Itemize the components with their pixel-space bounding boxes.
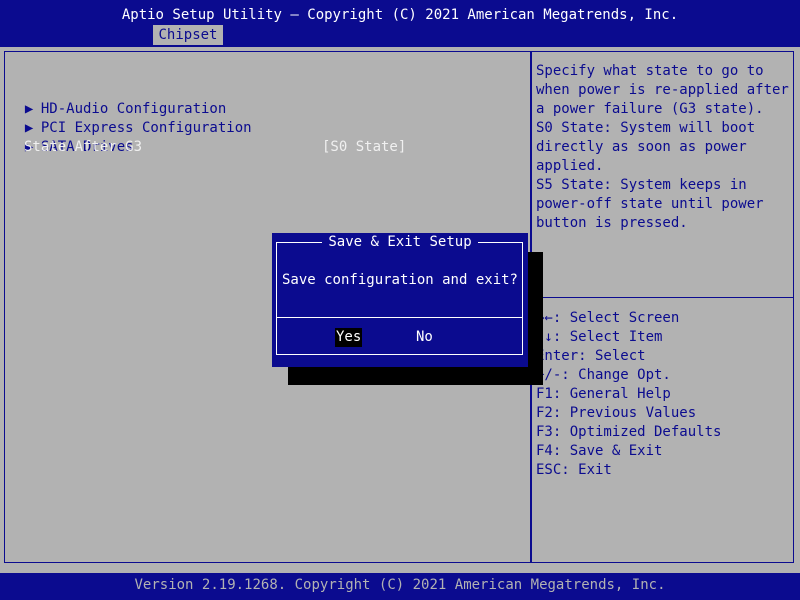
tab-chipset[interactable]: Chipset xyxy=(153,25,223,45)
app-title: Aptio Setup Utility – Copyright (C) 2021… xyxy=(121,7,679,23)
yes-button[interactable]: Yes xyxy=(335,328,363,347)
dialog-title: Save & Exit Setup xyxy=(272,233,528,252)
hint-optimized-defaults: F3: Optimized Defaults xyxy=(536,424,722,440)
menu-item-pci-express[interactable]: ▶ PCI Express Configuration xyxy=(8,100,252,136)
hint-general-help: F1: General Help xyxy=(536,386,671,402)
help-divider xyxy=(532,297,794,298)
save-exit-dialog: Save & Exit Setup Save configuration and… xyxy=(272,233,528,367)
no-button[interactable]: No xyxy=(415,328,434,347)
hint-save-exit: F4: Save & Exit xyxy=(536,443,663,459)
hint-esc-exit: ESC: Exit xyxy=(536,462,612,478)
hint-select-item: ↑↓: Select Item xyxy=(536,329,663,345)
hint-enter-select: Enter: Select xyxy=(536,348,646,364)
dialog-frame xyxy=(276,242,523,355)
header-bar: Aptio Setup Utility – Copyright (C) 2021… xyxy=(0,0,800,47)
footer-text: Version 2.19.1268. Copyright (C) 2021 Am… xyxy=(134,577,666,593)
dialog-title-text: Save & Exit Setup xyxy=(322,234,478,250)
hint-change-opt: +/-: Change Opt. xyxy=(536,367,671,383)
dialog-message: Save configuration and exit? xyxy=(281,272,518,288)
menu-item-hd-audio[interactable]: ▶ HD-Audio Configuration xyxy=(8,81,226,117)
setting-state-after-g3-value[interactable]: [S0 State] xyxy=(322,138,406,157)
footer-bar: Version 2.19.1268. Copyright (C) 2021 Am… xyxy=(0,573,800,600)
hint-previous-values: F2: Previous Values xyxy=(536,405,697,421)
help-text: Specify what state to go to when power i… xyxy=(536,63,789,231)
setting-state-after-g3-label[interactable]: State After G3 xyxy=(24,138,142,157)
menu-item-sata-drives[interactable]: ▶ SATA Drives xyxy=(8,119,134,155)
dialog-separator xyxy=(276,317,523,318)
hint-select-screen: →←: Select Screen xyxy=(536,310,680,326)
